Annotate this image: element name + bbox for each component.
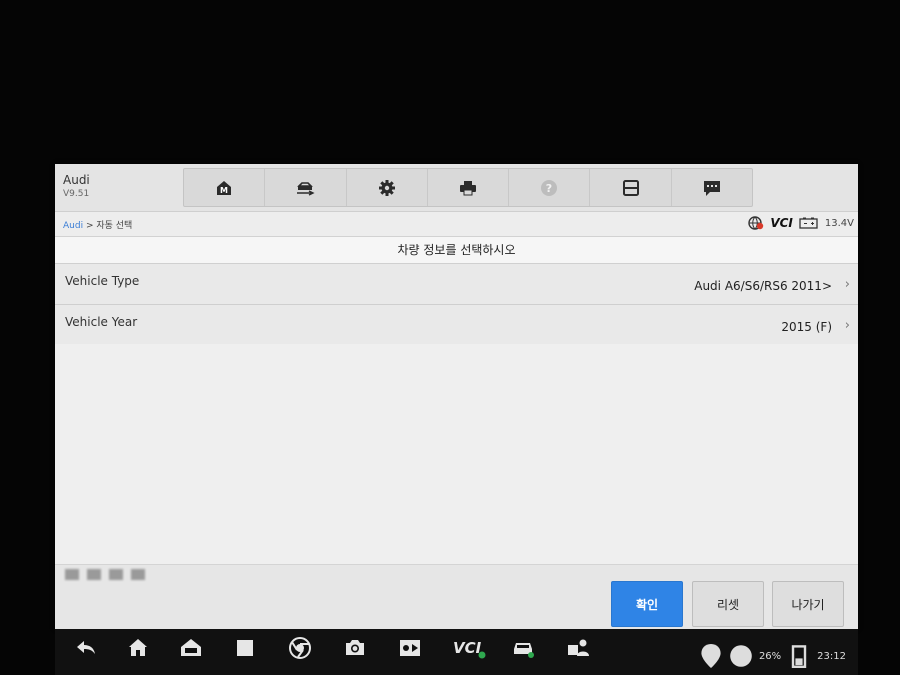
recent-apps-icon (237, 640, 253, 656)
redacted-block (109, 569, 123, 580)
breadcrumb-root[interactable]: Audi (63, 221, 83, 231)
home-m-icon: M (217, 180, 232, 195)
screen-record-button[interactable] (397, 635, 423, 661)
chevron-right-icon: › (844, 318, 850, 333)
row-value: Audi A6/S6/RS6 2011> (694, 279, 832, 293)
row-label: Vehicle Year (65, 315, 138, 329)
browser-button[interactable] (287, 635, 313, 661)
help-button[interactable]: ? (509, 169, 591, 206)
system-status: 26% 23:12 (699, 644, 846, 668)
svg-text:VCI: VCI (453, 639, 482, 657)
row-label: Vehicle Type (65, 274, 140, 288)
settings-button[interactable] (347, 169, 428, 206)
redacted-block (65, 569, 79, 580)
vehicle-button[interactable] (510, 635, 536, 661)
vci-status: VCI (770, 216, 793, 230)
recent-apps-button[interactable] (232, 635, 258, 661)
brand-block: Audi V9.51 (63, 173, 90, 199)
row-value: 2015 (F) (781, 320, 832, 334)
settings-icon (378, 179, 395, 196)
app-home-button[interactable] (178, 635, 204, 661)
home-button[interactable]: M (184, 169, 266, 206)
vehicle-type-row[interactable]: Vehicle Type Audi A6/S6/RS6 2011> › (55, 264, 858, 305)
sim-icon (730, 645, 752, 667)
battery-percent: 26% (758, 650, 782, 662)
battery-icon (799, 217, 818, 229)
software-version: V9.51 (63, 189, 90, 199)
back-arrow-icon (77, 641, 95, 654)
help-icon: ? (541, 179, 558, 196)
top-toolbar: Audi V9.51 M ? (55, 164, 858, 212)
print-button[interactable] (428, 169, 510, 206)
reset-button[interactable]: 리셋 (692, 581, 764, 627)
remote-expert-button[interactable] (565, 635, 591, 661)
vehicle-swap-button[interactable] (265, 169, 347, 206)
breadcrumb-bar: Audi > 자동 선택 VCI 13.4V (55, 212, 858, 237)
exit-button[interactable]: 나가기 (772, 581, 844, 627)
home-icon (129, 639, 147, 656)
vehicle-year-row[interactable]: Vehicle Year 2015 (F) › (55, 305, 858, 346)
content-area (55, 344, 858, 564)
print-icon (459, 180, 476, 195)
breadcrumb: Audi > 자동 선택 (63, 218, 132, 231)
back-button[interactable] (73, 635, 99, 661)
message-icon (703, 180, 720, 196)
remote-support-icon (568, 639, 589, 656)
vci-icon: VCI (453, 639, 486, 659)
vci-manager-button[interactable]: VCI (453, 635, 487, 661)
redacted-info (65, 569, 145, 580)
redacted-block (87, 569, 101, 580)
camera-button[interactable] (342, 635, 368, 661)
breadcrumb-separator: > (83, 221, 97, 231)
app-window: Audi V9.51 M ? Audi > 자동 선택 VCI 13.4V 차량… (55, 164, 858, 629)
camera-icon (346, 640, 364, 655)
vehicle-swap-icon (297, 181, 315, 196)
svg-text:M: M (220, 186, 228, 195)
voltage-readout: 13.4V (824, 217, 854, 229)
svg-text:?: ? (546, 182, 552, 195)
system-nav-bar: VCI 26% 23:12 (55, 629, 858, 675)
chrome-icon (289, 637, 311, 659)
clock: 23:12 (817, 650, 846, 662)
vehicle-make: Audi (63, 173, 90, 187)
network-error-icon (748, 216, 764, 230)
page-title: 차량 정보를 선택하시오 (55, 237, 858, 264)
garage-home-icon (181, 639, 201, 656)
car-icon (514, 643, 534, 658)
screen-record-icon (400, 640, 420, 656)
breadcrumb-current: 자동 선택 (96, 221, 133, 231)
toolbar-buttons: M ? (183, 168, 753, 207)
chevron-right-icon: › (844, 277, 850, 292)
redacted-block (131, 569, 145, 580)
save-icon (622, 179, 639, 196)
android-home-button[interactable] (125, 635, 151, 661)
battery-level-icon (791, 645, 807, 668)
location-icon (701, 644, 721, 668)
message-button[interactable] (672, 169, 752, 206)
save-button[interactable] (590, 169, 672, 206)
status-icons: VCI 13.4V (748, 216, 854, 230)
action-bar: 확인 리셋 나가기 (55, 564, 858, 629)
confirm-button[interactable]: 확인 (611, 581, 683, 627)
